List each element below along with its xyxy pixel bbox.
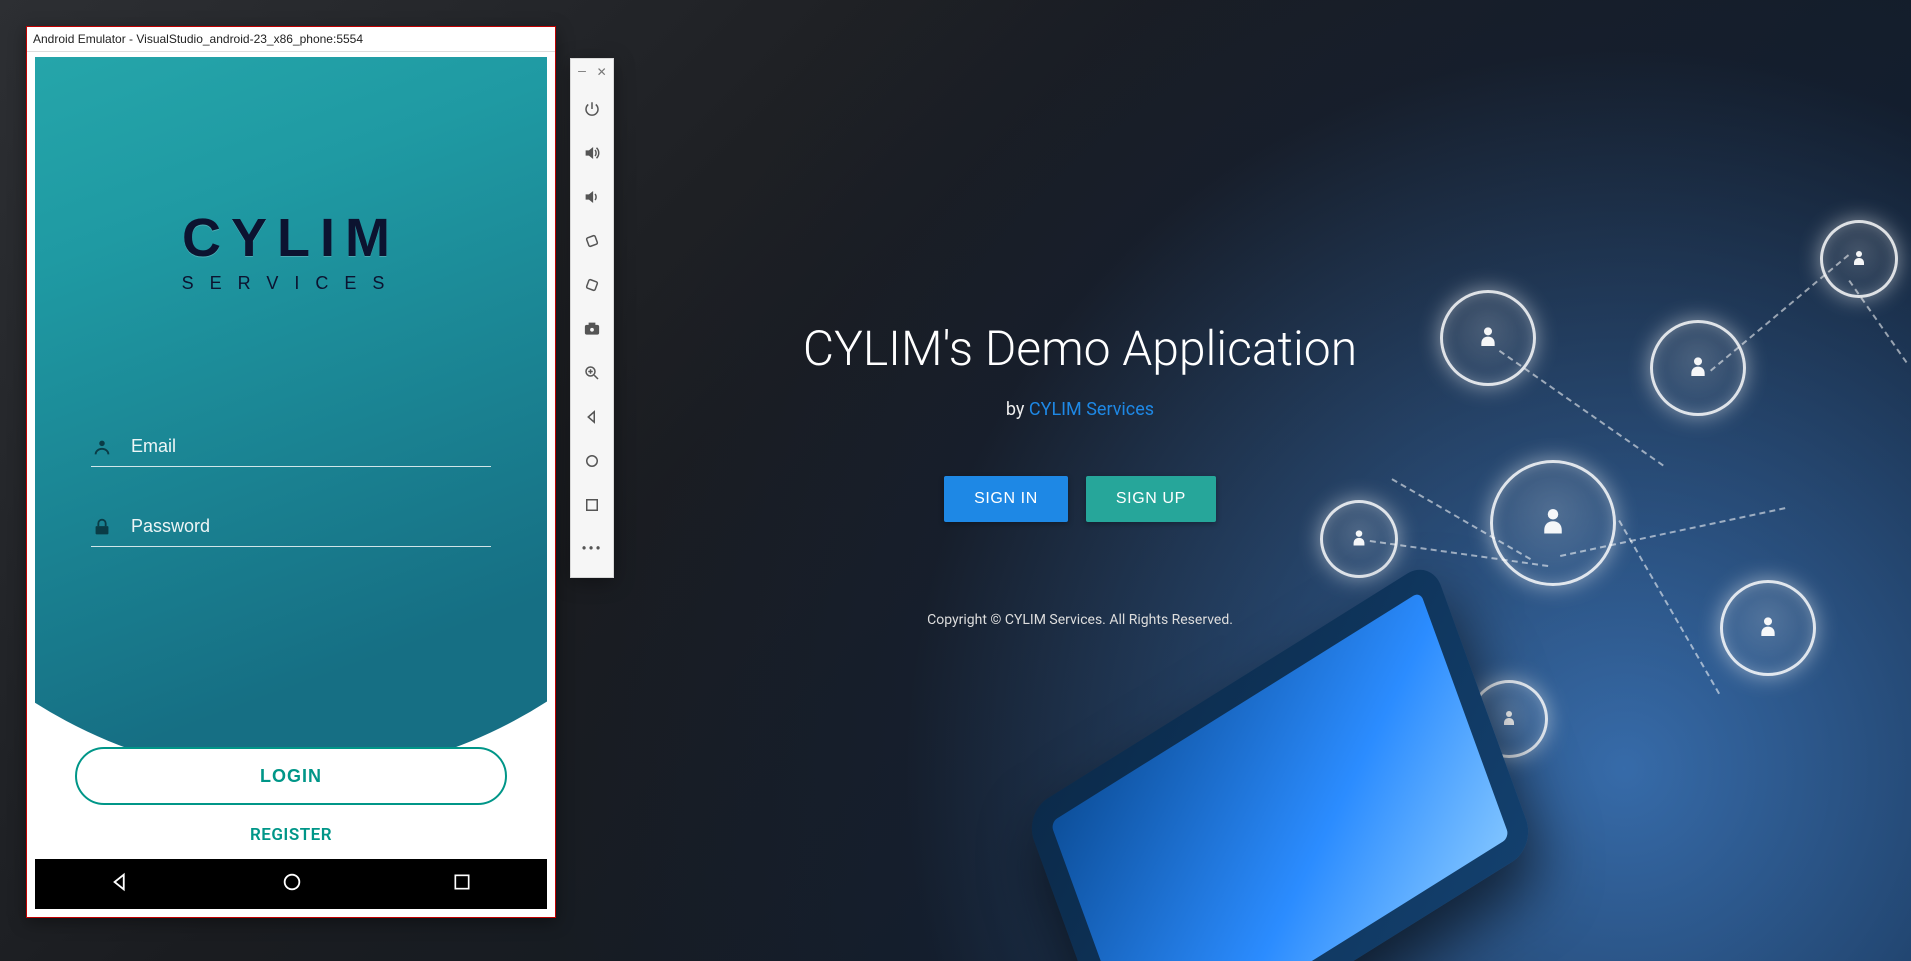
emulator-window-title: Android Emulator - VisualStudio_android-… bbox=[27, 27, 555, 52]
toolbar-volume-down-button[interactable] bbox=[576, 181, 608, 213]
password-field-row bbox=[91, 507, 491, 547]
toolbar-zoom-button[interactable] bbox=[576, 357, 608, 389]
toolbar-minimize-button[interactable]: — bbox=[577, 65, 586, 79]
android-nav-bar bbox=[35, 859, 547, 909]
email-input[interactable] bbox=[129, 435, 491, 458]
nav-back-button[interactable] bbox=[90, 863, 152, 905]
toolbar-power-button[interactable] bbox=[576, 93, 608, 125]
copyright-text: Copyright © CYLIM Services. All Rights R… bbox=[580, 612, 1580, 628]
register-link[interactable]: REGISTER bbox=[35, 825, 547, 845]
emulator-screen: LTE◢ 2:34 CYLIM SERVICES bbox=[35, 57, 547, 909]
network-node-icon bbox=[1650, 320, 1746, 416]
email-field-row bbox=[91, 427, 491, 467]
nav-home-button[interactable] bbox=[261, 863, 323, 905]
toolbar-close-button[interactable]: ✕ bbox=[597, 65, 607, 79]
nav-overview-button[interactable] bbox=[432, 864, 492, 904]
user-icon bbox=[91, 436, 113, 458]
lock-icon bbox=[91, 516, 113, 538]
toolbar-volume-up-button[interactable] bbox=[576, 137, 608, 169]
toolbar-rotate-left-button[interactable] bbox=[576, 225, 608, 257]
by-prefix: by bbox=[1006, 399, 1029, 420]
toolbar-back-button[interactable] bbox=[576, 401, 608, 433]
app-logo: CYLIM SERVICES bbox=[35, 207, 547, 294]
emulator-toolbar: — ✕ ••• bbox=[570, 58, 614, 578]
emulator-window: Android Emulator - VisualStudio_android-… bbox=[26, 26, 556, 918]
password-input[interactable] bbox=[129, 515, 491, 538]
toolbar-home-button[interactable] bbox=[576, 445, 608, 477]
page-title: CYLIM's Demo Application bbox=[580, 320, 1580, 377]
toolbar-screenshot-button[interactable] bbox=[576, 313, 608, 345]
page-subtitle: by CYLIM Services bbox=[580, 399, 1580, 420]
sign-up-button[interactable]: SIGN UP bbox=[1086, 476, 1216, 522]
toolbar-rotate-right-button[interactable] bbox=[576, 269, 608, 301]
logo-sub-text: SERVICES bbox=[35, 273, 547, 294]
app-body: CYLIM SERVICES bbox=[35, 87, 547, 859]
network-node-icon bbox=[1720, 580, 1816, 676]
login-button[interactable]: LOGIN bbox=[75, 747, 507, 805]
toolbar-overview-button[interactable] bbox=[576, 489, 608, 521]
author-link[interactable]: CYLIM Services bbox=[1029, 399, 1154, 420]
logo-main-text: CYLIM bbox=[35, 207, 547, 269]
sign-in-button[interactable]: SIGN IN bbox=[944, 476, 1068, 522]
toolbar-more-button[interactable]: ••• bbox=[576, 533, 608, 565]
network-node-icon bbox=[1820, 220, 1898, 298]
